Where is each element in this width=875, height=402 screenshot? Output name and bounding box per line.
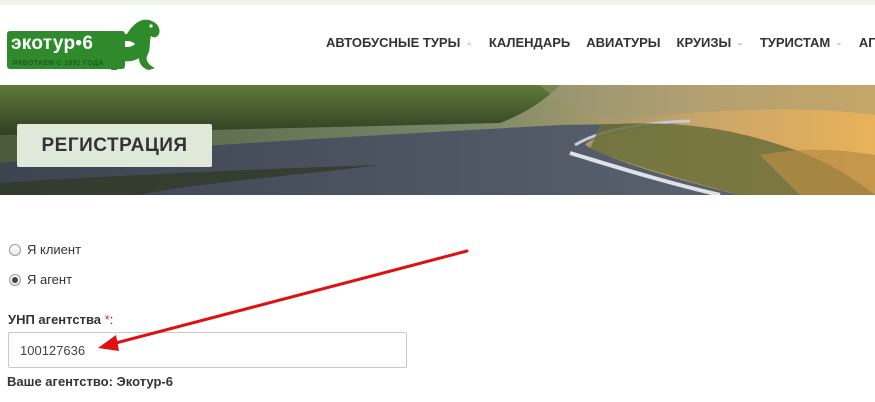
site-header: экотур•6 РАБОТАЕМ С 1991 ГОДА АВТОБУСНЫЕ… bbox=[0, 5, 875, 85]
logo-brand-text: экотур•6 bbox=[11, 33, 94, 54]
nav-item-label: АВТОБУСНЫЕ ТУРЫ bbox=[326, 35, 461, 50]
nav-item-cruises[interactable]: КРУИЗЫ ⌄ bbox=[677, 35, 744, 50]
logo-tagline: РАБОТАЕМ С 1991 ГОДА bbox=[13, 60, 104, 67]
radio-client[interactable]: Я клиент bbox=[9, 242, 81, 257]
radio-client-button[interactable] bbox=[9, 243, 21, 256]
nav-item-label: ТУРИСТАМ bbox=[759, 35, 831, 50]
radio-agent[interactable]: Я агент bbox=[9, 272, 72, 287]
nav-item-label: КАЛЕНДАРЬ bbox=[488, 35, 571, 50]
radio-agent-button[interactable] bbox=[9, 273, 21, 286]
chevron-down-icon: ⌄ bbox=[835, 37, 843, 47]
unp-input[interactable] bbox=[8, 332, 407, 368]
nav-item-calendar[interactable]: КАЛЕНДАРЬ bbox=[489, 35, 570, 50]
unp-label-text: УНП агентства bbox=[8, 312, 101, 327]
nav-item-air-tours[interactable]: АВИАТУРЫ bbox=[586, 35, 660, 50]
nav-item-tourists[interactable]: ТУРИСТАМ ⌄ bbox=[760, 35, 843, 50]
chevron-down-icon: ⌄ bbox=[736, 37, 744, 47]
page-title: РЕГИСТРАЦИЯ bbox=[41, 134, 188, 156]
nav-item-label: АГЕНТА bbox=[858, 35, 875, 50]
main-nav: АВТОБУСНЫЕ ТУРЫ ⌄ КАЛЕНДАРЬ АВИАТУРЫ КРУ… bbox=[326, 35, 875, 50]
site-logo[interactable]: экотур•6 РАБОТАЕМ С 1991 ГОДА bbox=[5, 14, 165, 76]
page-banner: РЕГИСТРАЦИЯ bbox=[0, 85, 875, 195]
label-colon: : bbox=[109, 312, 114, 327]
page-title-box: РЕГИСТРАЦИЯ bbox=[17, 124, 212, 167]
radio-client-label: Я клиент bbox=[27, 242, 82, 257]
radio-agent-label: Я агент bbox=[27, 272, 73, 287]
agency-info: Ваше агентство: Экотур-6 bbox=[7, 374, 173, 389]
nav-item-label: АВИАТУРЫ bbox=[586, 35, 661, 50]
nav-item-label: КРУИЗЫ bbox=[676, 35, 732, 50]
chevron-down-icon: ⌄ bbox=[465, 37, 473, 47]
unp-field-label: УНП агентства *: bbox=[8, 312, 113, 327]
nav-item-agents[interactable]: АГЕНТА bbox=[859, 35, 875, 50]
nav-item-bus-tours[interactable]: АВТОБУСНЫЕ ТУРЫ ⌄ bbox=[326, 35, 473, 50]
